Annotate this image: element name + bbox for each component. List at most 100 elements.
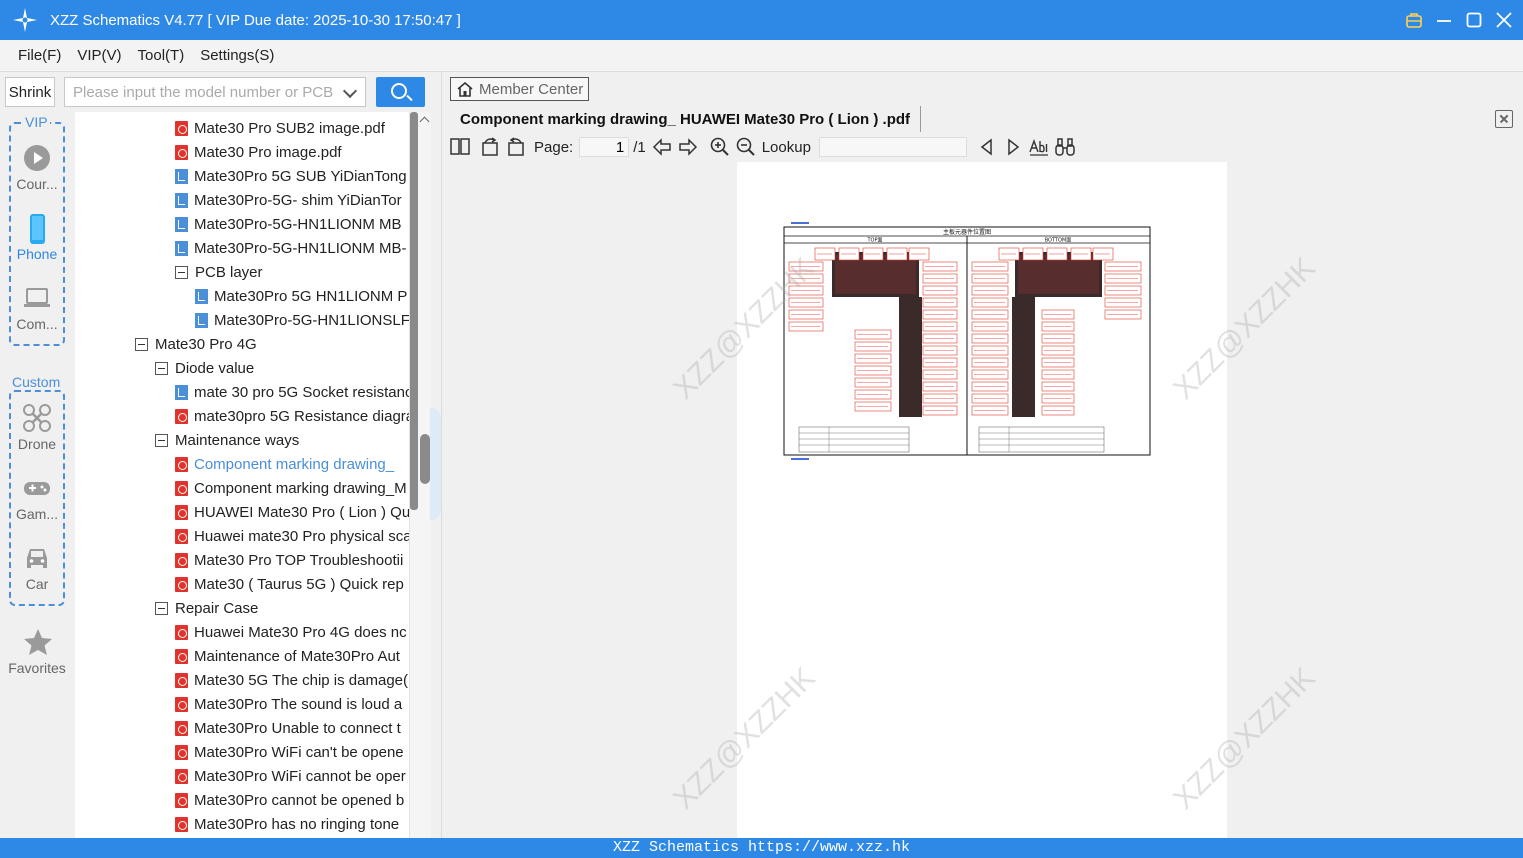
tree-file-item[interactable]: Mate30Pro 5G SUB YiDianTong <box>175 164 407 188</box>
minimize-button[interactable] <box>1435 11 1453 29</box>
tree-folder[interactable]: PCB layer <box>175 260 263 284</box>
pdf-file-icon <box>175 744 188 760</box>
pdf-file-icon <box>175 576 188 592</box>
find-previous-icon[interactable] <box>977 137 997 157</box>
tree-file-item[interactable]: Mate30Pro WiFi can't be opene <box>175 740 404 764</box>
two-page-view-icon[interactable] <box>450 137 470 157</box>
close-tab-icon[interactable] <box>1495 110 1513 128</box>
tree-file-item[interactable]: Mate30 Pro SUB2 image.pdf <box>175 116 385 140</box>
chevron-down-icon[interactable] <box>342 83 358 99</box>
menu-settings[interactable]: Settings(S) <box>200 47 274 64</box>
next-page-arrow-icon[interactable] <box>678 137 698 157</box>
tree-file-item[interactable]: Mate30Pro WiFi cannot be oper <box>175 764 406 788</box>
tree-file-item[interactable]: Mate30 Pro image.pdf <box>175 140 342 164</box>
tree-file-item[interactable]: mate 30 pro 5G Socket resistanc <box>175 380 409 404</box>
menu-tool[interactable]: Tool(T) <box>138 47 185 64</box>
page-number-input[interactable] <box>579 137 630 157</box>
tree-file-item[interactable]: Mate30Pro has no ringing tone <box>175 812 399 836</box>
tree-scroll-thumb[interactable] <box>410 112 418 510</box>
pcb-file-icon <box>195 288 208 304</box>
scroll-up-arrow-icon[interactable] <box>419 116 430 127</box>
tree-item-label: mate30pro 5G Resistance diagra <box>194 407 409 425</box>
pdf-file-icon <box>175 408 188 424</box>
model-search-box[interactable] <box>64 77 366 107</box>
tree-file-item[interactable]: Mate30Pro 5G HN1LIONM P <box>195 284 407 308</box>
category-drone[interactable]: Drone <box>0 404 74 452</box>
tree-file-item[interactable]: Huawei mate30 Pro physical sca <box>175 524 409 548</box>
category-games[interactable]: Gam... <box>0 474 74 522</box>
shrink-button[interactable]: Shrink <box>5 77 55 107</box>
tree-folder[interactable]: Repair Case <box>155 596 258 620</box>
status-bar: XZZ Schematics https://www.xzz.hk <box>0 838 1523 858</box>
document-tab[interactable]: Component marking drawing_ HUAWEI Mate30… <box>450 106 922 132</box>
category-favorites[interactable]: Favorites <box>0 628 74 676</box>
tree-file-item[interactable]: Mate30 Pro TOP Troubleshootii <box>175 548 403 572</box>
tree-file-item[interactable]: Mate30Pro The sound is loud a <box>175 692 402 716</box>
tree-file-item[interactable]: Huawei Mate30 Pro 4G does nc <box>175 620 407 644</box>
close-button[interactable] <box>1495 11 1513 29</box>
find-next-icon[interactable] <box>1003 137 1023 157</box>
tree-item-label: Mate30Pro Unable to connect t <box>194 719 401 737</box>
tree-item-label: Mate30 ( Taurus 5G ) Quick rep <box>194 575 404 593</box>
tree-item-label: Mate30Pro-5G-HN1LIONM MB- <box>194 239 407 257</box>
previous-page-arrow-icon[interactable] <box>652 137 672 157</box>
pdf-file-icon <box>175 504 188 520</box>
category-phone[interactable]: Phone <box>0 214 74 262</box>
menu-file[interactable]: File(F) <box>18 47 61 64</box>
rotate-right-icon[interactable] <box>506 137 526 157</box>
pdf-file-icon <box>175 528 188 544</box>
collapse-minus-icon[interactable] <box>155 433 168 447</box>
tree-file-item[interactable]: HUAWEI Mate30 Pro ( Lion ) Qu <box>175 500 409 524</box>
tree-folder[interactable]: Mate30 Pro 4G <box>135 332 257 356</box>
menu-vip[interactable]: VIP(V) <box>77 47 121 64</box>
tree-file-item[interactable]: Component marking drawing_M <box>175 476 407 500</box>
tree-file-item[interactable]: Mate30 5G The chip is damage( <box>175 668 408 692</box>
tree-item-label: Mate30 Pro SUB2 image.pdf <box>194 119 385 137</box>
lookup-input[interactable] <box>818 137 967 157</box>
tree-file-item[interactable]: Mate30Pro-5G-HN1LIONM MB- <box>175 236 407 260</box>
tree-item-label: Diode value <box>175 359 255 377</box>
tree-file-item[interactable]: Mate30 ( Taurus 5G ) Quick rep <box>175 572 404 596</box>
pdf-canvas[interactable]: 主板元器件位置图 TOP面 BOTTOM面 XZZ@XZZHK XZZ@XZZH… <box>442 162 1523 838</box>
tree-scrollbar[interactable] <box>409 112 431 838</box>
splitter-grip[interactable] <box>420 434 430 484</box>
tree-file-item[interactable]: Mate30Pro-5G- shim YiDianTor <box>175 188 402 212</box>
category-courses[interactable]: Cour... <box>0 144 74 192</box>
tree-file-item[interactable]: Maintenance of Mate30Pro Aut <box>175 644 400 668</box>
pdf-file-icon <box>175 720 188 736</box>
tree-item-label: PCB layer <box>195 263 263 281</box>
tree-item-label: Mate30 5G The chip is damage( <box>194 671 409 689</box>
find-binoculars-icon[interactable] <box>1055 137 1075 157</box>
tree-item-label: Mate30Pro WiFi cannot be oper <box>194 767 406 785</box>
tree-file-item[interactable]: Mate30Pro Unable to connect t <box>175 716 401 740</box>
category-label: Drone <box>17 436 57 452</box>
collapse-minus-icon[interactable] <box>155 361 168 375</box>
collapse-minus-icon[interactable] <box>135 337 148 351</box>
pcb-file-icon <box>175 216 188 232</box>
tree-file-item[interactable]: Mate30Pro-5G-HN1LIONSLF <box>195 308 409 332</box>
tree-folder[interactable]: Diode value <box>155 356 254 380</box>
pdf-file-icon <box>175 768 188 784</box>
category-computer[interactable]: Com... <box>0 284 74 332</box>
tree-file-item[interactable]: Mate30Pro-5G-HN1LIONM MB <box>175 212 402 236</box>
category-car[interactable]: Car <box>0 544 74 592</box>
zoom-in-icon[interactable] <box>710 137 730 157</box>
member-center-button[interactable]: Member Center <box>450 77 589 101</box>
vip-bag-icon[interactable] <box>1405 11 1423 29</box>
drawing-title: 主板元器件位置图 <box>943 228 991 236</box>
match-text-icon[interactable] <box>1029 137 1049 157</box>
zoom-out-icon[interactable] <box>736 137 756 157</box>
tree-folder[interactable]: Maintenance ways <box>155 428 299 452</box>
tree-file-item[interactable]: mate30pro 5G Resistance diagra <box>175 404 409 428</box>
maximize-button[interactable] <box>1465 11 1483 29</box>
collapse-minus-icon[interactable] <box>155 601 168 615</box>
tree-item-label: Huawei mate30 Pro physical sca <box>194 527 409 545</box>
rotate-left-icon[interactable] <box>480 137 500 157</box>
tree-item-label: Component marking drawing_ <box>194 455 395 473</box>
tree-file-item[interactable]: Mate30Pro cannot be opened b <box>175 788 404 812</box>
collapse-minus-icon[interactable] <box>175 265 188 279</box>
panel-collapse-tab[interactable] <box>430 408 441 520</box>
search-button[interactable] <box>376 77 425 107</box>
model-search-input[interactable] <box>73 83 335 101</box>
tree-file-item[interactable]: Component marking drawing_ <box>175 452 394 476</box>
